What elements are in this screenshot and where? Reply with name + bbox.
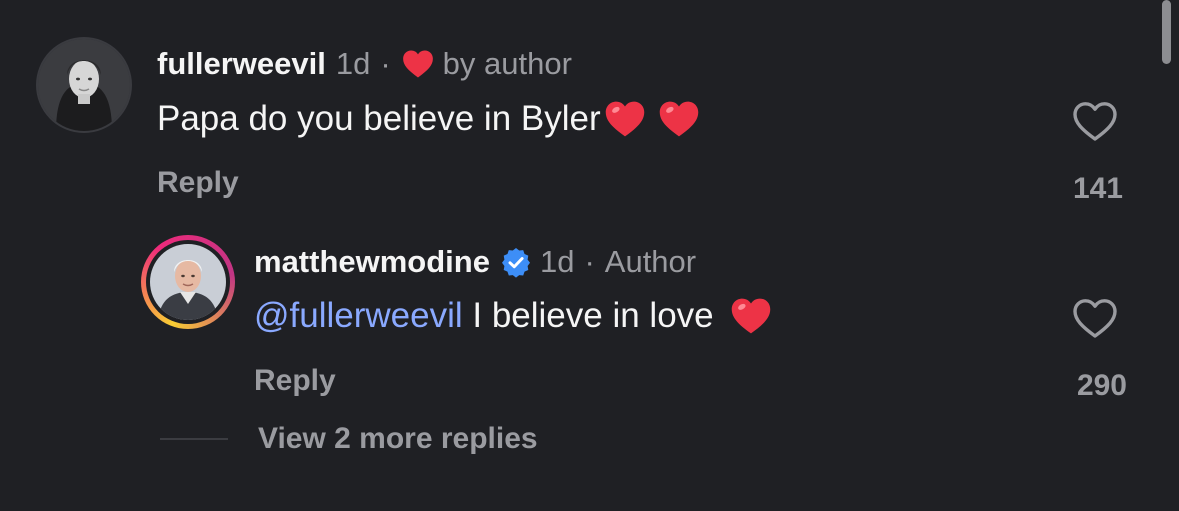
meta-separator: · — [584, 244, 595, 279]
avatar[interactable] — [36, 37, 132, 133]
heart-outline-icon — [1073, 102, 1117, 141]
comment-text: @fullerweevil I believe in love — [254, 293, 773, 339]
verified-badge-icon — [501, 248, 530, 278]
comment-text: Papa do you believe in Byler — [157, 96, 701, 142]
comment-meta: fullerweevil 1d · by author — [157, 44, 572, 84]
comment-username[interactable]: matthewmodine — [254, 244, 490, 280]
comment-body: Papa do you believe in Byler — [157, 99, 601, 138]
liked-heart-icon — [402, 50, 433, 78]
scrollbar[interactable] — [1162, 0, 1171, 64]
author-label: Author — [604, 244, 697, 279]
thread-line — [160, 438, 228, 440]
avatar-story-ring[interactable] — [141, 235, 235, 329]
avatar-photo — [38, 39, 130, 131]
comments-thread: fullerweevil 1d · by author Papa do you … — [0, 0, 1179, 511]
liked-by-author-label: by author — [442, 46, 572, 81]
comment-username[interactable]: fullerweevil — [157, 46, 326, 82]
red-heart-emoji-icon — [732, 298, 771, 334]
comment-time: 1d — [335, 46, 371, 81]
view-more-replies[interactable]: View 2 more replies — [160, 422, 538, 456]
like-count[interactable]: 141 — [1073, 172, 1123, 206]
like-button[interactable] — [1070, 99, 1120, 143]
meta-separator: · — [380, 46, 391, 81]
avatar-photo — [150, 244, 226, 320]
reply-button[interactable]: Reply — [157, 166, 239, 200]
reply-button[interactable]: Reply — [254, 364, 336, 398]
avatar — [150, 244, 226, 320]
avatar-ring-gap — [146, 240, 230, 324]
like-count[interactable]: 290 — [1077, 369, 1127, 403]
view-more-replies-label[interactable]: View 2 more replies — [258, 422, 538, 456]
comment-meta: matthewmodine 1d · Author — [254, 242, 696, 282]
comment-body: I believe in love — [462, 296, 724, 335]
mention-link[interactable]: @fullerweevil — [254, 296, 463, 336]
like-button[interactable] — [1070, 296, 1120, 340]
comment-time: 1d — [539, 244, 575, 279]
red-heart-emoji-icon — [605, 101, 644, 137]
red-heart-emoji-icon — [659, 101, 698, 137]
heart-outline-icon — [1073, 299, 1117, 338]
